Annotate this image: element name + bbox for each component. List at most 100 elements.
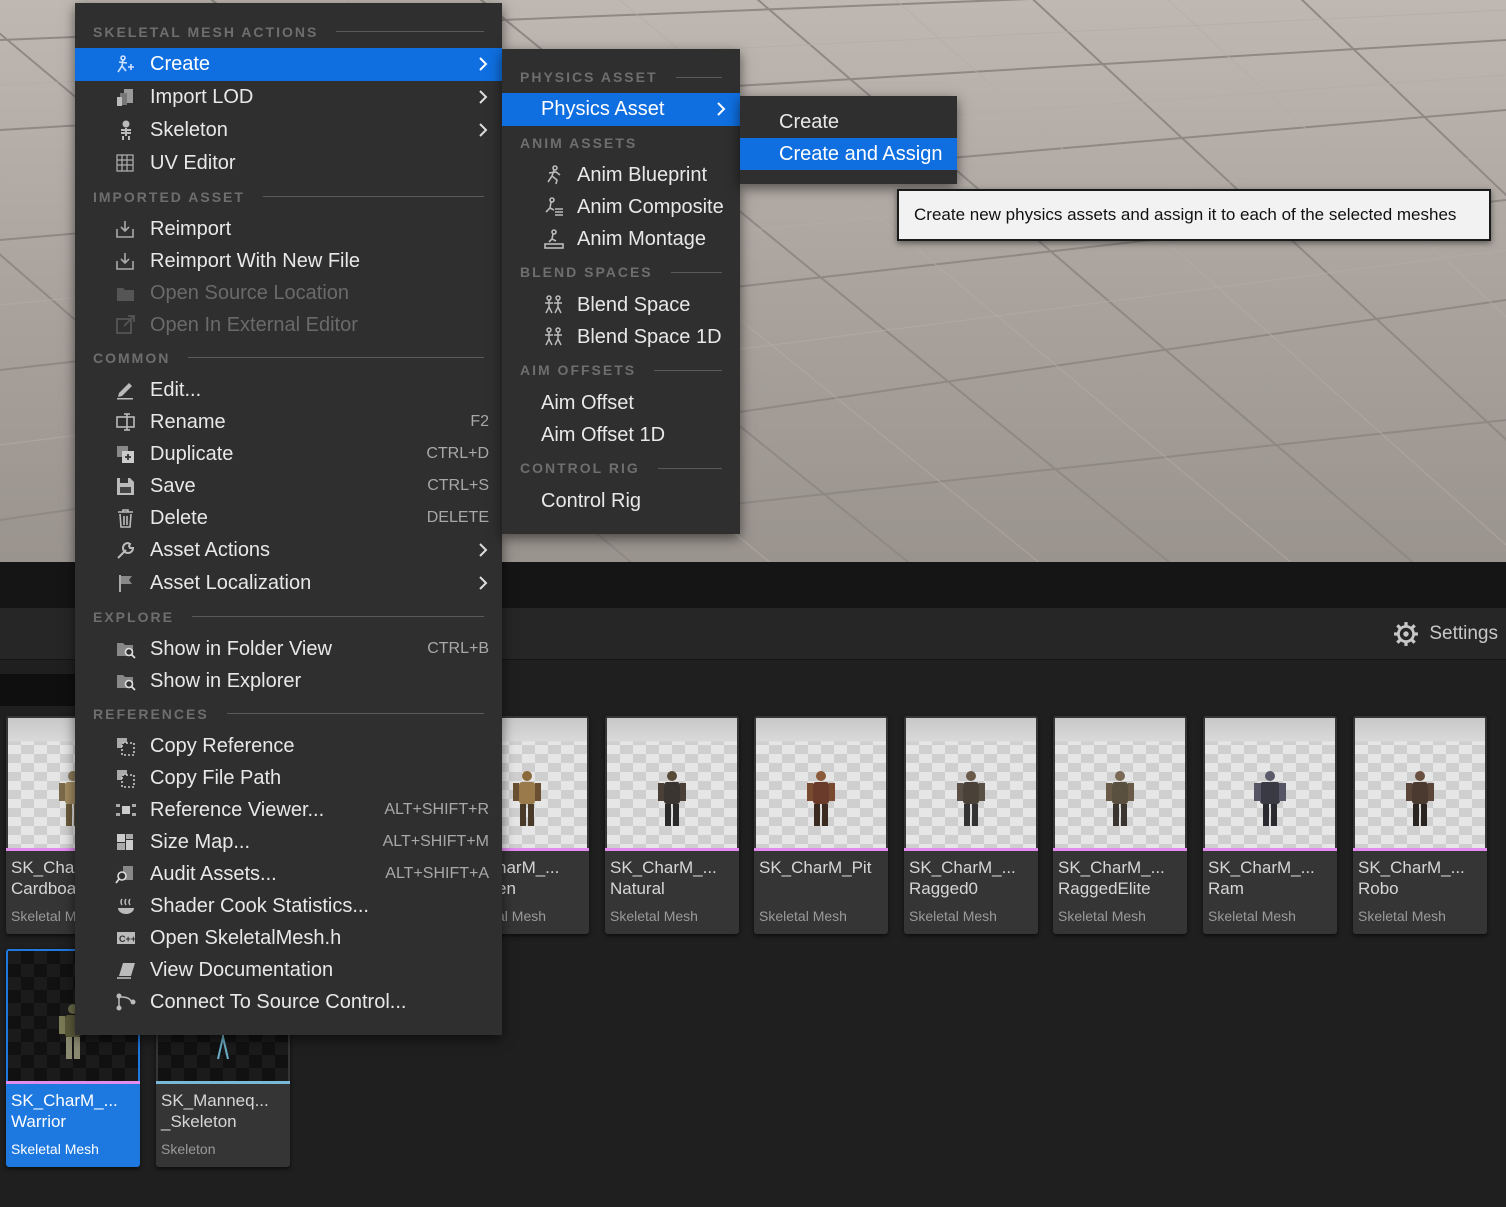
shortcut-text: ALT+SHIFT+M — [382, 833, 489, 850]
documentation-icon — [117, 963, 135, 979]
menu-item-label: Anim Montage — [577, 227, 706, 250]
asset-tile[interactable]: SK_CharM_... RaggedElite Skeletal Mesh — [1053, 716, 1187, 934]
menu-item-create[interactable]: Create — [75, 48, 502, 81]
menu-item-label: View Documentation — [150, 958, 334, 981]
menu-item-delete[interactable]: Delete DELETE — [75, 502, 502, 534]
menu-item-rename[interactable]: Rename F2 — [75, 406, 502, 438]
asset-tile[interactable]: SK_CharM_Pit Skeletal Mesh — [754, 716, 888, 934]
menu-item-connect-source-control[interactable]: Connect To Source Control... — [75, 986, 502, 1018]
menu-item-create-and-assign[interactable]: Create and Assign — [740, 138, 957, 170]
chevron-right-icon — [479, 57, 488, 71]
section-title: AIM OFFSETS — [520, 362, 637, 378]
asset-type: al Mesh — [497, 908, 547, 924]
tooltip: Create new physics assets and assign it … — [897, 189, 1491, 241]
section-common: COMMON — [75, 341, 502, 374]
section-title: CONTROL RIG — [520, 460, 640, 476]
skeletal-mesh-context-menu: SKELETAL MESH ACTIONS Create Import LOD … — [75, 3, 502, 1035]
divider — [191, 616, 484, 617]
menu-item-blend-space-1d[interactable]: Blend Space 1D — [502, 321, 740, 353]
asset-name: SK_CharM_Pit — [759, 858, 872, 877]
source-control-icon — [116, 993, 136, 1011]
menu-item-label: Duplicate — [150, 442, 234, 465]
section-control-rig: CONTROL RIG — [502, 451, 740, 485]
cpp-file-icon: C++ — [117, 932, 136, 944]
menu-item-audit-assets[interactable]: Audit Assets... ALT+SHIFT+A — [75, 858, 502, 890]
menu-item-reimport-new-file[interactable]: Reimport With New File — [75, 245, 502, 277]
menu-item-copy-reference[interactable]: Copy Reference — [75, 730, 502, 762]
menu-item-anim-montage[interactable]: Anim Montage — [502, 223, 740, 255]
search-input[interactable] — [0, 674, 80, 706]
divider — [188, 357, 484, 358]
asset-tile[interactable]: SK_CharM_... Ram Skeletal Mesh — [1203, 716, 1337, 934]
section-title: PHYSICS ASSET — [520, 69, 658, 85]
character-figure — [1106, 771, 1134, 826]
menu-item-label: Open In External Editor — [150, 313, 358, 336]
asset-name: SK_CharM_... Ragged0 — [909, 858, 1016, 898]
menu-item-size-map[interactable]: Size Map... ALT+SHIFT+M — [75, 826, 502, 858]
menu-item-label: Aim Offset — [541, 391, 634, 414]
anim-blueprint-icon — [547, 165, 561, 185]
asset-type-color-bar — [156, 1081, 290, 1084]
menu-item-asset-localization[interactable]: Asset Localization — [75, 567, 502, 600]
asset-tile[interactable]: SK_CharM_... Ragged0 Skeletal Mesh — [904, 716, 1038, 934]
menu-item-duplicate[interactable]: Duplicate CTRL+D — [75, 438, 502, 470]
audit-icon — [115, 866, 133, 884]
menu-item-control-rig[interactable]: Control Rig — [502, 485, 740, 517]
folder-search-icon — [117, 643, 136, 659]
uv-grid-icon — [116, 154, 134, 172]
asset-name: SK_CharM_... Ram — [1208, 858, 1315, 898]
menu-item-label: Anim Blueprint — [577, 163, 708, 186]
menu-item-asset-actions[interactable]: Asset Actions — [75, 534, 502, 567]
menu-item-edit[interactable]: Edit... — [75, 374, 502, 406]
asset-type: Skeletal Mesh — [610, 908, 698, 924]
asset-type: Skeleton — [161, 1141, 216, 1157]
asset-tile[interactable]: SK_CharM_... Natural Skeletal Mesh — [605, 716, 739, 934]
menu-item-show-in-explorer[interactable]: Show in Explorer — [75, 665, 502, 697]
reimport-icon — [116, 221, 134, 238]
menu-item-open-external-editor[interactable]: Open In External Editor — [75, 309, 502, 341]
asset-tile[interactable]: SK_CharM_... Robo Skeletal Mesh — [1353, 716, 1487, 934]
settings-label: Settings — [1429, 623, 1498, 644]
menu-item-skeleton[interactable]: Skeleton — [75, 114, 502, 147]
menu-item-view-documentation[interactable]: View Documentation — [75, 954, 502, 986]
menu-item-show-in-folder-view[interactable]: Show in Folder View CTRL+B — [75, 633, 502, 665]
menu-item-open-source-location[interactable]: Open Source Location — [75, 277, 502, 309]
asset-type-color-bar — [1053, 848, 1187, 851]
menu-item-aim-offset[interactable]: Aim Offset — [502, 387, 740, 419]
character-figure — [957, 771, 985, 826]
asset-name: SK_CharM_... Robo — [1358, 858, 1465, 898]
menu-item-label: Show in Explorer — [150, 669, 302, 692]
menu-item-uv-editor[interactable]: UV Editor — [75, 147, 502, 180]
settings-button[interactable]: Settings — [1393, 620, 1498, 648]
menu-item-physics-asset[interactable]: Physics Asset — [502, 93, 740, 126]
reimport-file-icon — [116, 253, 134, 270]
menu-item-copy-file-path[interactable]: Copy File Path — [75, 762, 502, 794]
menu-item-anim-composite[interactable]: Anim Composite — [502, 191, 740, 223]
menu-item-label: Create — [779, 110, 840, 133]
menu-item-label: Open Source Location — [150, 281, 350, 304]
menu-item-anim-blueprint[interactable]: Anim Blueprint — [502, 159, 740, 191]
menu-item-shader-cook-statistics[interactable]: Shader Cook Statistics... — [75, 890, 502, 922]
character-figure — [1406, 771, 1434, 826]
menu-item-reimport[interactable]: Reimport — [75, 213, 502, 245]
menu-item-open-header[interactable]: C++ Open SkeletalMesh.h — [75, 922, 502, 954]
menu-item-label: Open SkeletalMesh.h — [150, 926, 342, 949]
divider — [675, 76, 722, 78]
asset-thumbnail — [607, 718, 737, 848]
size-map-icon — [117, 834, 133, 850]
menu-item-physics-create[interactable]: Create — [740, 106, 957, 138]
section-imported-asset: IMPORTED ASSET — [75, 180, 502, 213]
section-aim-offsets: AIM OFFSETS — [502, 353, 740, 387]
menu-item-save[interactable]: Save CTRL+S — [75, 470, 502, 502]
rename-icon — [116, 413, 135, 431]
tooltip-text: Create new physics assets and assign it … — [914, 205, 1457, 224]
menu-item-label: Edit... — [150, 378, 202, 401]
menu-item-label: Connect To Source Control... — [150, 990, 407, 1013]
menu-item-blend-space[interactable]: Blend Space — [502, 289, 740, 321]
shortcut-text: CTRL+B — [427, 640, 489, 657]
menu-item-reference-viewer[interactable]: Reference Viewer... ALT+SHIFT+R — [75, 794, 502, 826]
menu-item-aim-offset-1d[interactable]: Aim Offset 1D — [502, 419, 740, 451]
menu-item-import-lod[interactable]: Import LOD — [75, 81, 502, 114]
asset-thumbnail — [1355, 718, 1485, 848]
shortcut-text: F2 — [470, 413, 489, 430]
